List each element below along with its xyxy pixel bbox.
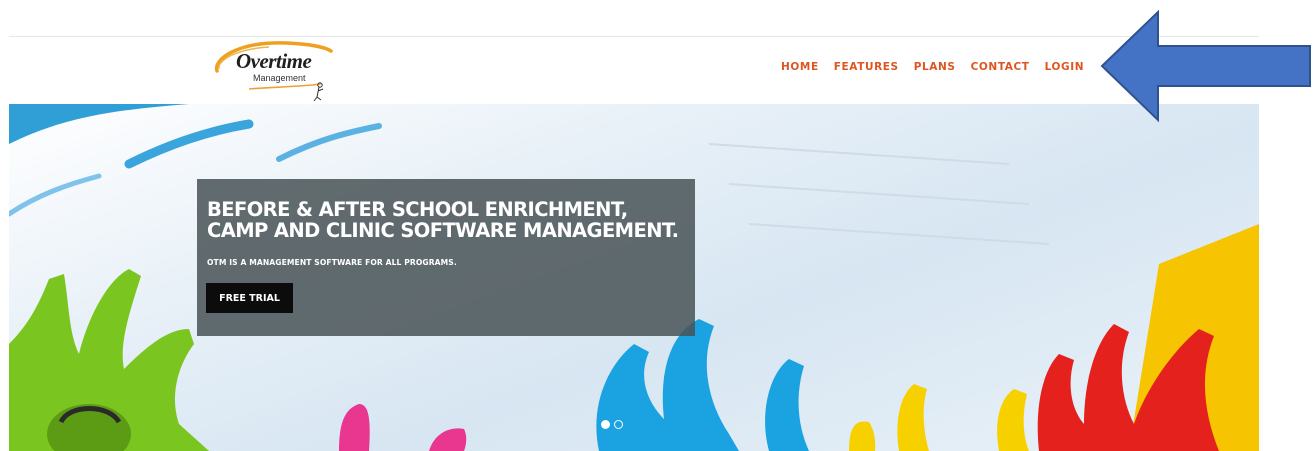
annotation-arrow-icon [1100, 10, 1311, 122]
nav-home[interactable]: HOME [781, 61, 819, 73]
free-trial-button[interactable]: FREE TRIAL [206, 283, 293, 313]
slider-dot-2[interactable] [614, 420, 623, 429]
hero-headline-line2: CAMP AND CLINIC SOFTWARE MANAGEMENT. [207, 219, 679, 242]
nav-plans[interactable]: PLANS [914, 61, 956, 73]
hero-headline-line1: BEFORE & AFTER SCHOOL ENRICHMENT, [207, 198, 628, 221]
hero-slider: BEFORE & AFTER SCHOOL ENRICHMENT, CAMP A… [9, 104, 1259, 451]
main-nav: HOME FEATURES PLANS CONTACT LOGIN [781, 61, 1084, 73]
slider-dot-1[interactable] [601, 420, 610, 429]
nav-features[interactable]: FEATURES [834, 61, 899, 73]
hero-headline: BEFORE & AFTER SCHOOL ENRICHMENT, CAMP A… [207, 199, 687, 241]
hero-subline: OTM IS A MANAGEMENT SOFTWARE FOR ALL PRO… [207, 258, 457, 267]
logo-subtitle: Management [253, 73, 306, 83]
nav-contact[interactable]: CONTACT [971, 61, 1030, 73]
nav-login[interactable]: LOGIN [1045, 61, 1085, 73]
logo-wordmark: Overtime [236, 49, 312, 73]
slider-dots [601, 420, 623, 429]
overtime-management-logo[interactable]: Overtime Management [209, 37, 339, 107]
site-header: Overtime Management HOME FEATURES PLANS … [9, 37, 1259, 104]
hero-caption-box: BEFORE & AFTER SCHOOL ENRICHMENT, CAMP A… [197, 179, 695, 336]
